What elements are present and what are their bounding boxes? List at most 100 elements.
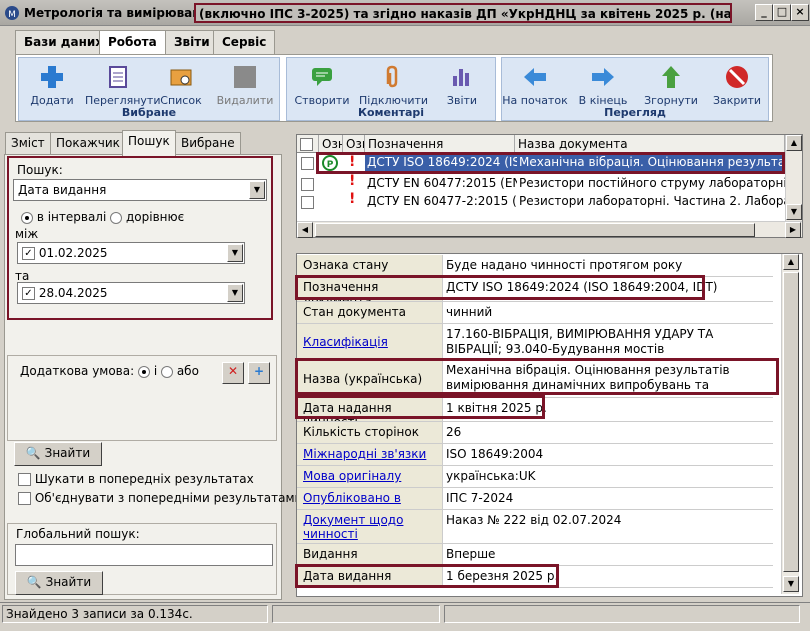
row-checkbox[interactable]	[297, 154, 319, 171]
radio-interval[interactable]	[21, 211, 33, 224]
header-checkbox[interactable]	[297, 135, 319, 153]
table-row-code[interactable]: ДСТУ EN 60477:2015 (EN	[365, 175, 517, 192]
maximize-icon[interactable]: □	[773, 4, 791, 21]
scroll-left-icon[interactable]: ◀	[297, 222, 313, 238]
radio-equal[interactable]	[110, 211, 123, 224]
scroll-up-icon[interactable]: ▲	[783, 254, 799, 270]
row-checkbox[interactable]	[297, 175, 319, 192]
scroll-down-icon[interactable]: ▼	[786, 204, 802, 220]
add-button[interactable]: Додати	[19, 64, 85, 107]
search-prev-option[interactable]: Шукати в попередніх результатах	[18, 472, 254, 486]
date-to-checkbox[interactable]: ✓	[22, 287, 35, 300]
close-button[interactable]: Закрити	[704, 64, 770, 107]
detail-label[interactable]: Опубліковано в	[297, 488, 443, 510]
comment-reports-button[interactable]: Звіти	[429, 64, 495, 107]
merge-prev-option[interactable]: Об'єднувати з попередніми результатами	[18, 491, 302, 505]
arrow-up-icon	[662, 66, 680, 88]
global-search-input[interactable]	[15, 544, 273, 566]
ribbon-group-browse: На початок В кінець Згорнути Закрити Пер…	[501, 57, 769, 121]
scroll-thumb[interactable]	[783, 272, 799, 572]
row-checkbox[interactable]	[297, 193, 319, 210]
paperclip-icon	[386, 65, 398, 88]
remove-condition-icon[interactable]: ✕	[222, 362, 244, 384]
grid-vertical-scrollbar[interactable]: ▲ ▼	[785, 135, 802, 221]
detail-value: 1 квітня 2025 р.	[443, 398, 773, 422]
detail-label[interactable]: Міжнародні зв'язки	[297, 444, 443, 466]
global-search-label: Глобальний пошук:	[16, 527, 140, 541]
search-prev-checkbox[interactable]	[18, 473, 31, 486]
search-field-select[interactable]: Дата видання ▼	[13, 179, 267, 201]
row-check-box	[301, 196, 314, 209]
detail-label[interactable]: Класифікація	[297, 324, 443, 360]
exclamation-icon: !	[349, 173, 356, 189]
detail-value: Механічна вібрація. Оцінювання результат…	[443, 360, 773, 398]
chevron-down-icon[interactable]: ▼	[249, 181, 265, 199]
radio-equal-label: дорівнює	[125, 210, 185, 224]
table-row-name[interactable]: Резистори лабораторні. Частина 2. Лабора…	[517, 193, 785, 210]
detail-label[interactable]: Мова оригіналу	[297, 466, 443, 488]
add-condition-icon[interactable]: +	[248, 362, 270, 384]
date-from-field[interactable]: ✓ 01.02.2025 ▼	[17, 242, 245, 264]
detail-value: українська:UK	[443, 466, 773, 488]
radio-or[interactable]	[160, 365, 173, 378]
comment-icon	[312, 68, 332, 86]
status-pane-2	[272, 605, 440, 623]
status-text: Знайдено 3 записи за 0.134с.	[2, 605, 268, 623]
minimize-icon[interactable]: _	[755, 4, 773, 21]
detail-value: 17.160-ВІБРАЦІЯ, ВИМІРЮВАННЯ УДАРУ ТА ВІ…	[443, 324, 773, 360]
merge-prev-checkbox[interactable]	[18, 492, 31, 505]
header-code[interactable]: Позначення	[365, 135, 515, 153]
list-button[interactable]: Список	[151, 64, 211, 107]
header-mark1[interactable]: Озн	[319, 135, 343, 153]
radio-and[interactable]	[137, 365, 150, 378]
close-icon[interactable]: ×	[791, 4, 809, 21]
tab-work[interactable]: Робота	[99, 30, 166, 56]
go-start-button[interactable]: На початок	[502, 64, 568, 107]
merge-prev-label: Об'єднувати з попередніми результатами	[34, 491, 303, 505]
ribbon-group-comments: Створити Підключити Звіти Коментарі	[286, 57, 496, 121]
header-mark2[interactable]: Озн	[343, 135, 365, 153]
scroll-right-icon[interactable]: ▶	[785, 222, 801, 238]
plus-icon	[41, 66, 63, 88]
detail-label: Назва (українська)	[297, 360, 443, 398]
table-row-name[interactable]: Механічна вібрація. Оцінювання результат…	[517, 154, 785, 171]
exclamation-icon: !	[349, 154, 356, 170]
tab-index[interactable]: Покажчик	[50, 132, 126, 154]
scroll-thumb[interactable]	[315, 223, 755, 237]
table-row-code[interactable]: ДСТУ EN 60477-2:2015 (E	[365, 193, 517, 210]
table-row-code[interactable]: ДСТУ ISO 18649:2024 (ISO	[365, 154, 517, 171]
details-vertical-scrollbar[interactable]: ▲ ▼	[781, 254, 799, 594]
results-grid: Озн Озн Позначення Назва документа P ! Д…	[296, 134, 803, 238]
radio-interval-label: в інтервалі	[36, 210, 107, 224]
chevron-down-icon[interactable]: ▼	[227, 244, 243, 262]
scroll-up-icon[interactable]: ▲	[786, 135, 802, 151]
create-button[interactable]: Створити	[289, 64, 355, 107]
detail-value: Буде надано чинності протягом року	[443, 255, 773, 277]
delete-button[interactable]: Видалити	[213, 64, 277, 107]
detail-value: Наказ № 222 від 02.07.2024	[443, 510, 773, 544]
table-row-name[interactable]: Резистори постійного струму лабораторні	[517, 175, 785, 192]
tab-service[interactable]: Сервіс	[213, 30, 276, 54]
global-find-button[interactable]: 🔍 Знайти	[15, 571, 103, 595]
tab-favorites[interactable]: Вибране	[175, 132, 241, 154]
header-name[interactable]: Назва документа	[515, 135, 785, 153]
grid-horizontal-scrollbar[interactable]: ◀ ▶	[297, 221, 802, 238]
collapse-button[interactable]: Згорнути	[638, 64, 704, 107]
attach-button[interactable]: Підключити	[359, 64, 428, 107]
find-button[interactable]: 🔍 Знайти	[14, 442, 102, 466]
tab-contents[interactable]: Зміст	[5, 132, 51, 154]
details-panel: Ознака стану Буде надано чинності протяго…	[296, 253, 803, 597]
chevron-down-icon[interactable]: ▼	[227, 284, 243, 302]
date-to-field[interactable]: ✓ 28.04.2025 ▼	[17, 282, 245, 304]
app-icon: M	[4, 5, 20, 21]
tab-databases[interactable]: Бази даних	[15, 30, 113, 54]
date-from-checkbox[interactable]: ✓	[22, 247, 35, 260]
detail-label[interactable]: Документ щодо чинності	[297, 510, 443, 544]
go-end-button[interactable]: В кінець	[570, 64, 636, 107]
tab-reports[interactable]: Звіти	[165, 30, 219, 54]
tab-search[interactable]: Пошук	[122, 130, 176, 156]
delete-icon	[234, 66, 256, 88]
view-button[interactable]: Переглянути	[85, 64, 160, 107]
scroll-down-icon[interactable]: ▼	[783, 576, 799, 592]
stop-icon	[726, 66, 748, 88]
